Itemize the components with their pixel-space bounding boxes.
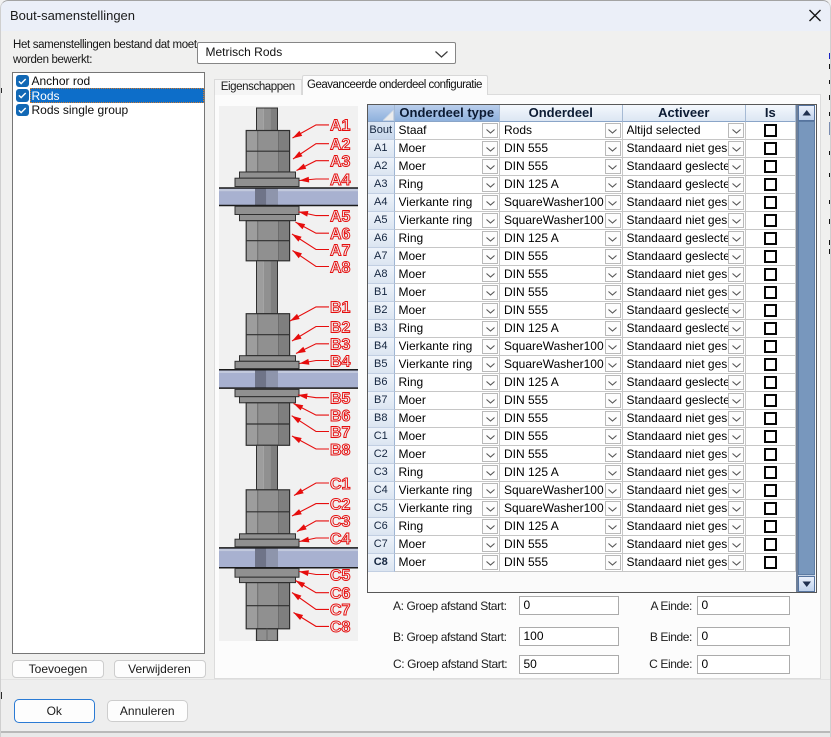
svg-text:C5: C5 xyxy=(330,567,351,584)
svg-text:A7: A7 xyxy=(330,242,351,259)
svg-text:B5: B5 xyxy=(330,390,351,407)
svg-text:A3: A3 xyxy=(330,153,351,170)
svg-text:C8: C8 xyxy=(330,619,351,636)
svg-text:C6: C6 xyxy=(330,585,351,602)
svg-text:C1: C1 xyxy=(330,475,351,492)
svg-text:A8: A8 xyxy=(330,259,351,276)
svg-text:C3: C3 xyxy=(330,513,351,530)
svg-text:B1: B1 xyxy=(330,299,351,316)
svg-text:A2: A2 xyxy=(330,136,351,153)
svg-text:A1: A1 xyxy=(330,117,351,134)
svg-text:C4: C4 xyxy=(330,530,351,547)
svg-text:B8: B8 xyxy=(330,441,351,458)
svg-text:A5: A5 xyxy=(330,208,351,225)
svg-text:A6: A6 xyxy=(330,226,351,243)
svg-text:B7: B7 xyxy=(330,424,351,441)
svg-text:A4: A4 xyxy=(330,171,351,188)
svg-text:B6: B6 xyxy=(330,407,351,424)
svg-text:C2: C2 xyxy=(330,496,351,513)
svg-text:B3: B3 xyxy=(330,336,351,353)
svg-text:C7: C7 xyxy=(330,602,351,619)
svg-text:B4: B4 xyxy=(330,353,351,370)
svg-text:B2: B2 xyxy=(330,319,351,336)
